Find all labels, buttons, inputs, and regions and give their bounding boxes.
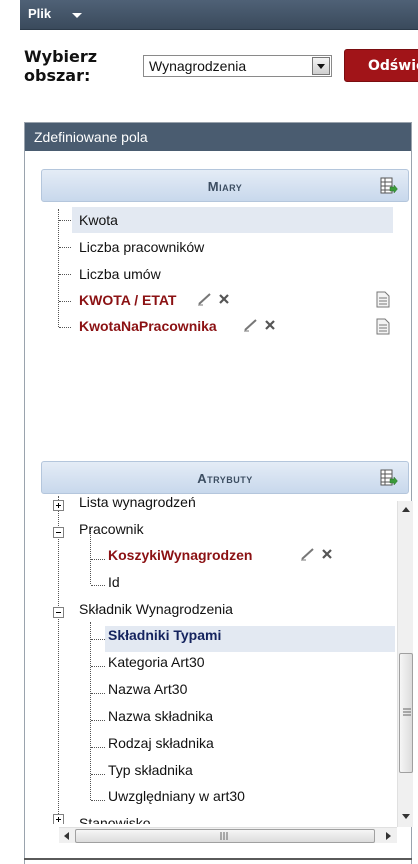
tree-connector xyxy=(91,774,105,775)
scroll-left-icon[interactable] xyxy=(62,831,70,841)
refresh-button[interactable]: Odśwież xyxy=(344,49,418,82)
tree-connector xyxy=(59,274,71,275)
attribute-item-highlighted[interactable]: Składniki Typami xyxy=(108,627,221,643)
attribute-item[interactable]: Nazwa Art30 xyxy=(108,681,187,697)
attribute-item[interactable]: Stanowisko xyxy=(79,815,151,824)
tree-connector xyxy=(59,301,71,302)
menu-bar: Plik xyxy=(20,0,418,30)
attributes-section-header[interactable]: Atrybuty xyxy=(41,461,409,494)
measure-item-kwota[interactable]: Kwota xyxy=(79,212,118,228)
document-icon[interactable] xyxy=(376,291,390,308)
panel-bottom-border xyxy=(24,858,412,860)
scroll-up-icon[interactable] xyxy=(401,505,411,513)
measure-item-liczba-umow[interactable]: Liczba umów xyxy=(79,266,161,282)
delete-icon[interactable] xyxy=(264,319,276,331)
edit-icon[interactable] xyxy=(197,292,213,306)
tree-connector xyxy=(91,747,105,748)
vertical-scrollbar[interactable] xyxy=(397,501,413,827)
edit-icon[interactable] xyxy=(243,318,259,332)
attribute-item-calculated[interactable]: KoszykiWynagrodzen xyxy=(108,547,252,563)
horizontal-scroll-thumb[interactable] xyxy=(75,829,375,843)
attributes-tree[interactable]: Lista wynagrodzeń Pracownik KoszykiWynag… xyxy=(41,496,395,824)
expand-plus-icon[interactable] xyxy=(53,814,64,824)
attribute-item[interactable]: Kategoria Art30 xyxy=(108,654,205,670)
scroll-down-icon[interactable] xyxy=(401,813,411,821)
horizontal-scrollbar[interactable] xyxy=(59,827,397,843)
measure-item-liczba-pracownikow[interactable]: Liczba pracowników xyxy=(79,239,204,255)
selected-row-highlight xyxy=(72,207,393,233)
grip-icon xyxy=(403,708,411,716)
edit-icon[interactable] xyxy=(300,547,316,561)
grip-icon xyxy=(220,832,228,840)
tree-connector xyxy=(91,639,105,640)
tree-connector xyxy=(91,720,105,721)
tree-connector xyxy=(59,247,71,248)
attribute-item[interactable]: Uwzględniany w art30 xyxy=(108,788,245,804)
attribute-item[interactable]: Pracownik xyxy=(79,521,144,537)
fields-panel: Zdefiniowane pola Miary Kwota Liczba pra… xyxy=(24,122,413,864)
attribute-item[interactable]: Typ składnika xyxy=(108,762,193,778)
file-menu[interactable]: Plik xyxy=(28,6,51,21)
measures-section-header[interactable]: Miary xyxy=(41,169,409,202)
attribute-item[interactable]: Rodzaj składnika xyxy=(108,735,214,751)
tree-connector xyxy=(58,209,59,327)
add-measure-icon[interactable] xyxy=(380,177,398,195)
measure-item-kwota-na-pracownika[interactable]: KwotaNaPracownika xyxy=(79,318,217,334)
vertical-scroll-thumb[interactable] xyxy=(399,653,413,773)
tree-connector xyxy=(58,496,59,824)
attribute-item[interactable]: Id xyxy=(108,574,120,590)
area-select-value: Wynagrodzenia xyxy=(149,58,247,74)
tree-connector xyxy=(91,693,105,694)
measures-title: Miary xyxy=(207,179,243,194)
dropdown-arrow-button[interactable] xyxy=(312,57,330,75)
collapse-minus-icon[interactable] xyxy=(53,527,64,538)
attribute-item[interactable]: Lista wynagrodzeń xyxy=(79,496,196,510)
tree-connector xyxy=(91,800,105,801)
tree-connector xyxy=(91,585,105,586)
chevron-down-icon xyxy=(317,64,325,69)
attribute-item[interactable]: Nazwa składnika xyxy=(108,708,213,724)
area-label: Wybierz obszar: xyxy=(24,47,98,85)
scroll-right-icon[interactable] xyxy=(385,831,393,841)
expand-plus-icon[interactable] xyxy=(53,500,64,511)
area-select[interactable]: Wynagrodzenia xyxy=(143,55,332,77)
delete-icon[interactable] xyxy=(321,548,333,560)
tree-connector xyxy=(91,666,105,667)
collapse-minus-icon[interactable] xyxy=(53,607,64,618)
document-icon[interactable] xyxy=(376,318,390,335)
tree-connector xyxy=(59,220,71,221)
chevron-down-icon[interactable] xyxy=(72,13,82,18)
fields-panel-header: Zdefiniowane pola xyxy=(25,123,411,151)
attributes-title: Atrybuty xyxy=(197,471,253,486)
delete-icon[interactable] xyxy=(218,293,230,305)
add-attribute-icon[interactable] xyxy=(380,469,398,487)
attribute-item[interactable]: Składnik Wynagrodzenia xyxy=(79,601,233,617)
tree-connector xyxy=(91,559,105,560)
measure-item-kwota-etat[interactable]: KWOTA / ETAT xyxy=(79,292,176,308)
tree-connector xyxy=(59,327,71,328)
